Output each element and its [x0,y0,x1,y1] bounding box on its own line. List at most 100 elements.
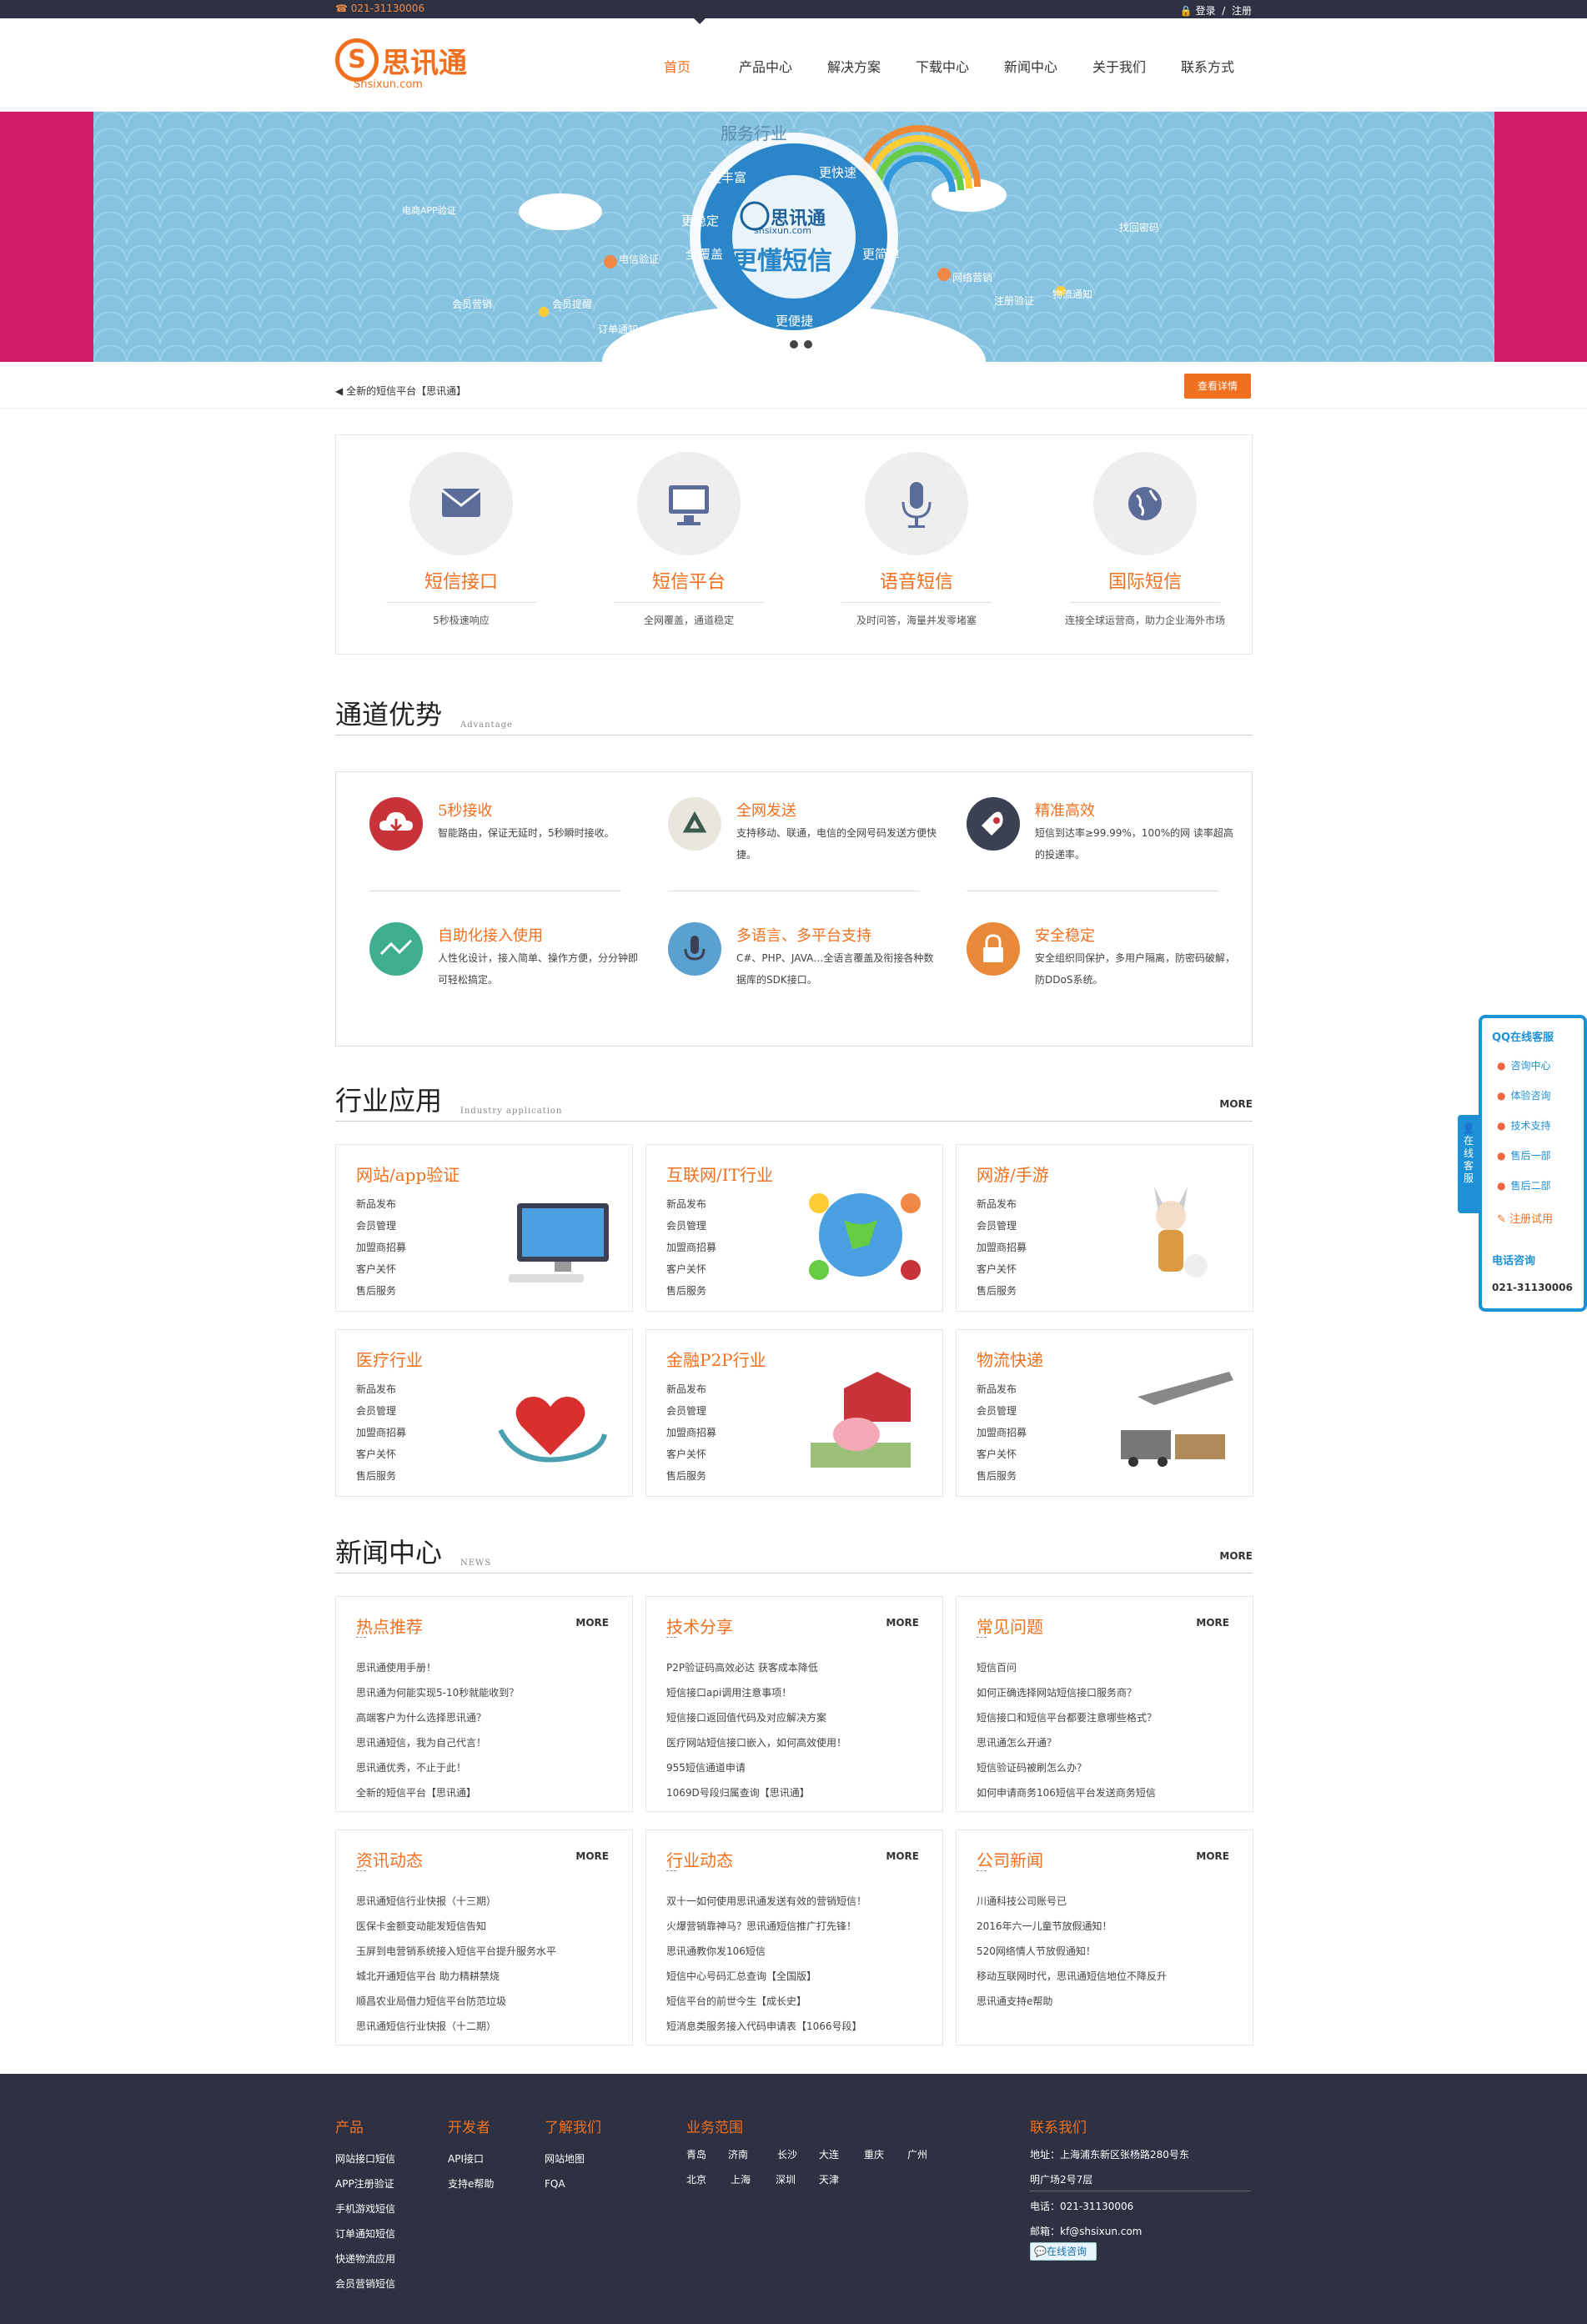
news-link[interactable]: 思讯通为何能实现5-10秒就能收到？ [356,1680,519,1705]
news-box-more[interactable]: MORE [575,1850,609,1862]
news-link[interactable]: 短信百问 [977,1655,1157,1680]
online-service-tab[interactable]: 👤 在线客服 [1458,1115,1479,1213]
logo[interactable]: S 思讯通 Shsixun.com [335,37,485,95]
news-link[interactable]: 高端客户为什么选择思讯通？ [356,1705,519,1730]
notice-text[interactable]: ◀ 全新的短信平台【思讯通】 [335,384,466,398]
news-link[interactable]: 短信中心号码汇总查询【全国版】 [666,1964,866,1989]
qq-link[interactable]: 体验咨询 [1497,1088,1550,1102]
monitor-icon [637,452,741,555]
news-link[interactable]: 短信接口api调用注意事项！ [666,1680,846,1705]
city-link[interactable]: 广州 [907,2147,927,2161]
footer-link[interactable]: 会员营销短信 [335,2271,395,2296]
city-link[interactable]: 青岛 [686,2147,706,2161]
qq-link[interactable]: 售后二部 [1497,1178,1550,1192]
news-link[interactable]: 思讯通优秀，不止于此！ [356,1755,519,1780]
industry-card[interactable]: 网站/app验证 新品发布 会员管理 加盟商招募 客户关怀 售后服务 [335,1144,633,1312]
news-link[interactable]: 火爆营销靠神马？思讯通短信推广打先锋！ [666,1914,866,1939]
industry-card[interactable]: 物流快递 新品发布 会员管理 加盟商招募 客户关怀 售后服务 [956,1329,1253,1497]
news-box-more[interactable]: MORE [886,1850,919,1862]
banner-image[interactable]: 服务行业 思讯通 shsixun.com 更懂短信 更丰富 更快速 更简单 更便… [93,112,1494,362]
news-link[interactable]: 双十一如何使用思讯通发送有效的营销短信！ [666,1889,866,1914]
news-link[interactable]: P2P验证码高效必达 获客成本降低 [666,1655,846,1680]
news-link[interactable]: 川通科技公司账号已 [977,1889,1167,1914]
nav-products[interactable]: 产品中心 [721,56,810,76]
service-voice-sms[interactable]: 语音短信 及时问答，海量并发零堵塞 [841,452,992,627]
nav-about[interactable]: 关于我们 [1075,56,1163,76]
city-link[interactable]: 北京 [686,2172,706,2186]
news-link[interactable]: 思讯通教你发106短信 [666,1939,866,1964]
nav-news[interactable]: 新闻中心 [987,56,1075,76]
qq-link[interactable]: 技术支持 [1497,1118,1550,1132]
news-link[interactable]: 2016年六一儿童节放假通知！ [977,1914,1167,1939]
service-sms-api[interactable]: 短信接口 5秒极速响应 [386,452,536,627]
industry-card[interactable]: 医疗行业 新品发布 会员管理 加盟商招募 客户关怀 售后服务 [335,1329,633,1497]
news-link[interactable]: 520网络情人节放假通知！ [977,1939,1167,1964]
news-link[interactable]: 思讯通短信行业快报（十二期） [356,2014,556,2039]
city-link[interactable]: 天津 [819,2172,839,2186]
nav-home[interactable]: 首页 [633,56,721,76]
news-link[interactable]: 短信验证码被刷怎么办？ [977,1755,1157,1780]
city-link[interactable]: 深圳 [776,2172,796,2186]
news-box-more[interactable]: MORE [575,1617,609,1629]
slider-dot-1[interactable] [776,340,784,349]
news-link[interactable]: 思讯通怎么开通？ [977,1730,1157,1755]
qq-link[interactable]: 咨询中心 [1497,1058,1550,1072]
industry-card[interactable]: 网游/手游 新品发布 会员管理 加盟商招募 客户关怀 售后服务 [956,1144,1253,1312]
online-chat-button[interactable]: 💬在线咨询 [1030,2242,1097,2261]
news-link[interactable]: 思讯通短信，我为自己代言！ [356,1730,519,1755]
slider-dot-3[interactable] [804,340,812,349]
service-sms-platform[interactable]: 短信平台 全网覆盖，通道稳定 [614,452,764,627]
industry-more-link[interactable]: MORE [1219,1098,1253,1110]
footer-link[interactable]: 网站地图 [545,2146,601,2171]
news-link[interactable]: 如何申请商务106短信平台发送商务短信 [977,1780,1157,1805]
news-link[interactable]: 短信平台的前世今生【成长史】 [666,1989,866,2014]
service-intl-sms[interactable]: 国际短信 连接全球运营商，助力企业海外市场 [1062,452,1228,627]
register-link[interactable]: 注册 [1232,5,1252,17]
industry-card[interactable]: 金融P2P行业 新品发布 会员管理 加盟商招募 客户关怀 售后服务 [645,1329,943,1497]
city-link[interactable]: 重庆 [864,2147,884,2161]
news-link[interactable]: 玉屏到电营销系统接入短信平台提升服务水平 [356,1939,556,1964]
footer-link[interactable]: API接口 [448,2146,494,2171]
city-link[interactable]: 大连 [819,2147,839,2161]
list-item: 客户关怀 [666,1448,707,1460]
news-link[interactable]: 医保卡金额变动能发短信告知 [356,1914,556,1939]
register-trial-link[interactable]: ✎ 注册试用 [1497,1210,1553,1226]
nav-download[interactable]: 下载中心 [898,56,987,76]
news-box-more[interactable]: MORE [1196,1617,1229,1629]
news-link[interactable]: 如何正确选择网站短信接口服务商？ [977,1680,1157,1705]
list-item: 售后服务 [356,1470,397,1482]
news-link[interactable]: 思讯通使用手册！ [356,1655,519,1680]
footer-link[interactable]: 手机游戏短信 [335,2196,395,2221]
city-link[interactable]: 长沙 [777,2147,797,2161]
news-more-link[interactable]: MORE [1219,1550,1253,1562]
news-link[interactable]: 城北开通短信平台 助力精耕禁烧 [356,1964,556,1989]
news-link[interactable]: 思讯通短信行业快报（十三期） [356,1889,556,1914]
news-box-more[interactable]: MORE [1196,1850,1229,1862]
news-link[interactable]: 955短信通道申请 [666,1755,846,1780]
view-details-button[interactable]: 查看详情 [1184,374,1251,399]
news-box-more[interactable]: MORE [886,1617,919,1629]
industry-card[interactable]: 互联网/IT行业 新品发布 会员管理 加盟商招募 客户关怀 售后服务 [645,1144,943,1312]
footer-link[interactable]: 快递物流应用 [335,2246,395,2271]
news-link[interactable]: 1069D号段归属查询【思讯通】 [666,1780,846,1805]
news-link[interactable]: 全新的短信平台【思讯通】 [356,1780,519,1805]
slider-dot-2[interactable] [790,340,798,349]
news-link[interactable]: 移动互联网时代，思讯通短信地位不降反升 [977,1964,1167,1989]
footer-link[interactable]: APP注册验证 [335,2171,395,2196]
login-link[interactable]: 登录 [1196,5,1216,17]
news-link[interactable]: 医疗网站短信接口嵌入，如何高效使用！ [666,1730,846,1755]
qq-link[interactable]: 售后一部 [1497,1148,1550,1162]
news-link[interactable]: 短信接口和短信平台都要注意哪些格式？ [977,1705,1157,1730]
city-link[interactable]: 济南 [728,2147,748,2161]
news-link[interactable]: 思讯通支持e帮助 [977,1989,1167,2014]
footer-link[interactable]: 网站接口短信 [335,2146,395,2171]
news-link[interactable]: 顺昌农业局借力短信平台防范垃圾 [356,1989,556,2014]
nav-contact[interactable]: 联系方式 [1163,56,1252,76]
news-link[interactable]: 短消息类服务接入代码申请表【1066号段】 [666,2014,866,2039]
news-link[interactable]: 短信接口返回值代码及对应解决方案 [666,1705,846,1730]
footer-link[interactable]: 支持e帮助 [448,2171,494,2196]
nav-solutions[interactable]: 解决方案 [810,56,898,76]
footer-link[interactable]: 订单通知短信 [335,2221,395,2246]
footer-link[interactable]: FQA [545,2171,601,2196]
city-link[interactable]: 上海 [731,2172,751,2186]
